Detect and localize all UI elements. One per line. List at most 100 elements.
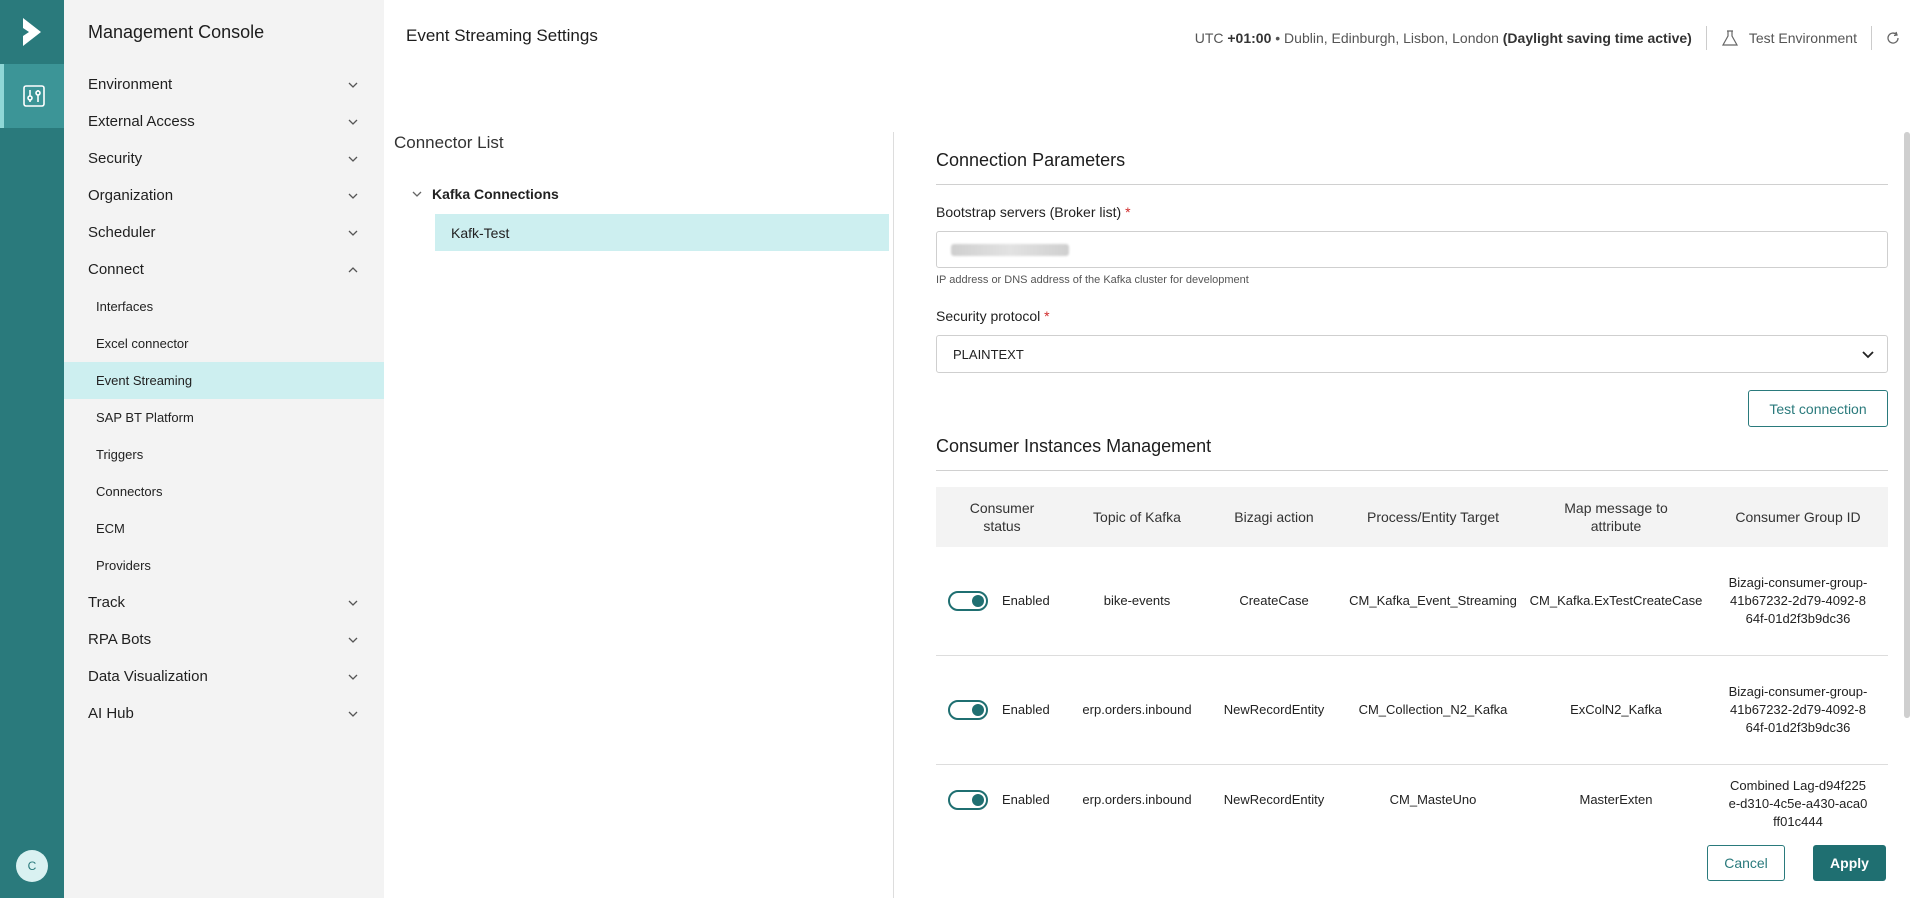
settings-sliders-icon[interactable] <box>0 64 64 128</box>
sidebar-item-data-visualization[interactable]: Data Visualization <box>64 658 384 695</box>
sidebar-item-label: Data Visualization <box>88 668 208 685</box>
apply-button[interactable]: Apply <box>1813 845 1886 881</box>
consumer-status-cell: Enabled <box>936 765 1068 835</box>
group-id-cell: Bizagi-consumer-group-41b67232-2d79-4092… <box>1708 656 1888 764</box>
sidebar-item-label: External Access <box>88 113 195 130</box>
group-id-text: Combined Lag-d94f225e-d310-4c5e-a430-aca… <box>1728 778 1868 829</box>
sidebar-subitem-triggers[interactable]: Triggers <box>64 436 384 473</box>
security-protocol-label: Security protocol * <box>936 308 1050 324</box>
section-divider <box>936 470 1888 471</box>
bizagi-logo-icon[interactable] <box>20 16 44 48</box>
column-divider <box>893 132 894 898</box>
cancel-button[interactable]: Cancel <box>1707 845 1785 881</box>
timezone-prefix: UTC <box>1194 30 1224 46</box>
chevron-down-icon <box>412 191 422 197</box>
header-status: UTC +01:00 • Dublin, Edinburgh, Lisbon, … <box>1195 26 1900 50</box>
sidebar-item-environment[interactable]: Environment <box>64 66 384 103</box>
sidebar: Management Console Environment External … <box>64 0 384 898</box>
sidebar-item-connect[interactable]: Connect <box>64 251 384 288</box>
column-header: Consumer Group ID <box>1735 509 1861 525</box>
sidebar-item-security[interactable]: Security <box>64 140 384 177</box>
user-avatar[interactable]: C <box>16 850 48 882</box>
column-header: Bizagi action <box>1234 509 1314 525</box>
status-text: Enabled <box>1002 792 1050 807</box>
topic-cell: erp.orders.inbound <box>1082 792 1192 807</box>
chevron-down-icon <box>348 156 358 162</box>
group-id-text: Bizagi-consumer-group-41b67232-2d79-4092… <box>1728 575 1868 626</box>
consumer-status-cell: Enabled <box>936 656 1068 764</box>
bootstrap-servers-input[interactable] <box>936 231 1888 268</box>
divider <box>1871 26 1872 50</box>
sidebar-item-label: Scheduler <box>88 224 156 241</box>
sidebar-item-label: Track <box>88 594 125 611</box>
target-cell: CM_Kafka_Event_Streaming <box>1349 593 1517 608</box>
status-text: Enabled <box>1002 593 1050 608</box>
scrollbar[interactable] <box>1904 132 1910 718</box>
action-cell: CreateCase <box>1239 593 1309 608</box>
target-cell: CM_Collection_N2_Kafka <box>1358 702 1508 717</box>
chevron-down-icon <box>348 230 358 236</box>
tree-item-kafk-test[interactable]: Kafk-Test <box>435 214 889 251</box>
tree-group-kafka[interactable]: Kafka Connections <box>412 186 559 202</box>
flask-icon <box>1721 30 1738 46</box>
column-header: Consumer status <box>969 500 1035 534</box>
sidebar-item-scheduler[interactable]: Scheduler <box>64 214 384 251</box>
sidebar-item-track[interactable]: Track <box>64 584 384 621</box>
topic-cell: erp.orders.inbound <box>1082 702 1192 717</box>
table-header: Consumer status Topic of Kafka Bizagi ac… <box>936 487 1888 547</box>
security-label-text: Security protocol <box>936 308 1041 324</box>
target-cell: CM_MasteUno <box>1389 792 1477 807</box>
action-cell: NewRecordEntity <box>1223 792 1325 807</box>
sidebar-subitem-sap-bt-platform[interactable]: SAP BT Platform <box>64 399 384 436</box>
status-text: Enabled <box>1002 702 1050 717</box>
column-header: Topic of Kafka <box>1093 509 1181 525</box>
timezone-cities: • Dublin, Edinburgh, Lisbon, London <box>1275 30 1499 46</box>
refresh-icon[interactable] <box>1886 31 1900 45</box>
bootstrap-hint: IP address or DNS address of the Kafka c… <box>936 274 1249 286</box>
chevron-down-icon <box>348 674 358 680</box>
chevron-down-icon <box>348 119 358 125</box>
map-cell: CM_Kafka.ExTestCreateCase <box>1529 593 1703 608</box>
chevron-up-icon <box>348 266 358 272</box>
consumer-status-toggle[interactable] <box>948 591 988 611</box>
sidebar-item-ai-hub[interactable]: AI Hub <box>64 695 384 732</box>
bootstrap-label-text: Bootstrap servers (Broker list) <box>936 204 1122 220</box>
table-row: Enabled erp.orders.inbound NewRecordEnti… <box>936 656 1888 765</box>
consumer-status-toggle[interactable] <box>948 790 988 810</box>
sidebar-item-rpa-bots[interactable]: RPA Bots <box>64 621 384 658</box>
consumer-instances-title: Consumer Instances Management <box>936 436 1212 456</box>
scrollbar-thumb[interactable] <box>1904 132 1910 718</box>
bootstrap-label: Bootstrap servers (Broker list) * <box>936 204 1131 220</box>
map-cell: MasterExten <box>1579 792 1653 807</box>
tree-group-label: Kafka Connections <box>432 186 559 202</box>
table-row: Enabled bike-events CreateCase CM_Kafka_… <box>936 547 1888 656</box>
sidebar-item-organization[interactable]: Organization <box>64 177 384 214</box>
topic-cell: bike-events <box>1103 593 1171 608</box>
connection-parameters-title: Connection Parameters <box>936 150 1126 170</box>
sidebar-subitem-ecm[interactable]: ECM <box>64 510 384 547</box>
sidebar-nav: Environment External Access Security Org… <box>64 66 384 732</box>
required-mark: * <box>1044 308 1050 324</box>
chevron-down-icon <box>348 600 358 606</box>
sidebar-subitem-excel-connector[interactable]: Excel connector <box>64 325 384 362</box>
consumer-status-cell: Enabled <box>936 547 1068 655</box>
sidebar-subitem-interfaces[interactable]: Interfaces <box>64 288 384 325</box>
connector-list-title: Connector List <box>394 133 504 152</box>
sidebar-subitem-connectors[interactable]: Connectors <box>64 473 384 510</box>
security-protocol-select[interactable]: PLAINTEXT <box>936 335 1888 373</box>
security-protocol-value: PLAINTEXT <box>953 347 1024 362</box>
sidebar-item-label: Security <box>88 150 143 167</box>
environment-label: Test Environment <box>1748 30 1857 46</box>
divider <box>1705 26 1707 50</box>
sidebar-subitem-providers[interactable]: Providers <box>64 547 384 584</box>
sidebar-item-external-access[interactable]: External Access <box>64 103 384 140</box>
section-divider <box>936 184 1888 185</box>
sidebar-subitem-event-streaming[interactable]: Event Streaming <box>64 362 384 399</box>
consumer-status-toggle[interactable] <box>948 700 988 720</box>
column-header: Map message to attribute <box>1564 500 1668 534</box>
test-connection-button[interactable]: Test connection <box>1748 390 1888 427</box>
map-cell: ExColN2_Kafka <box>1570 702 1662 717</box>
action-cell: NewRecordEntity <box>1223 702 1325 717</box>
chevron-down-icon <box>1862 351 1874 359</box>
sidebar-item-label: Organization <box>88 187 174 204</box>
